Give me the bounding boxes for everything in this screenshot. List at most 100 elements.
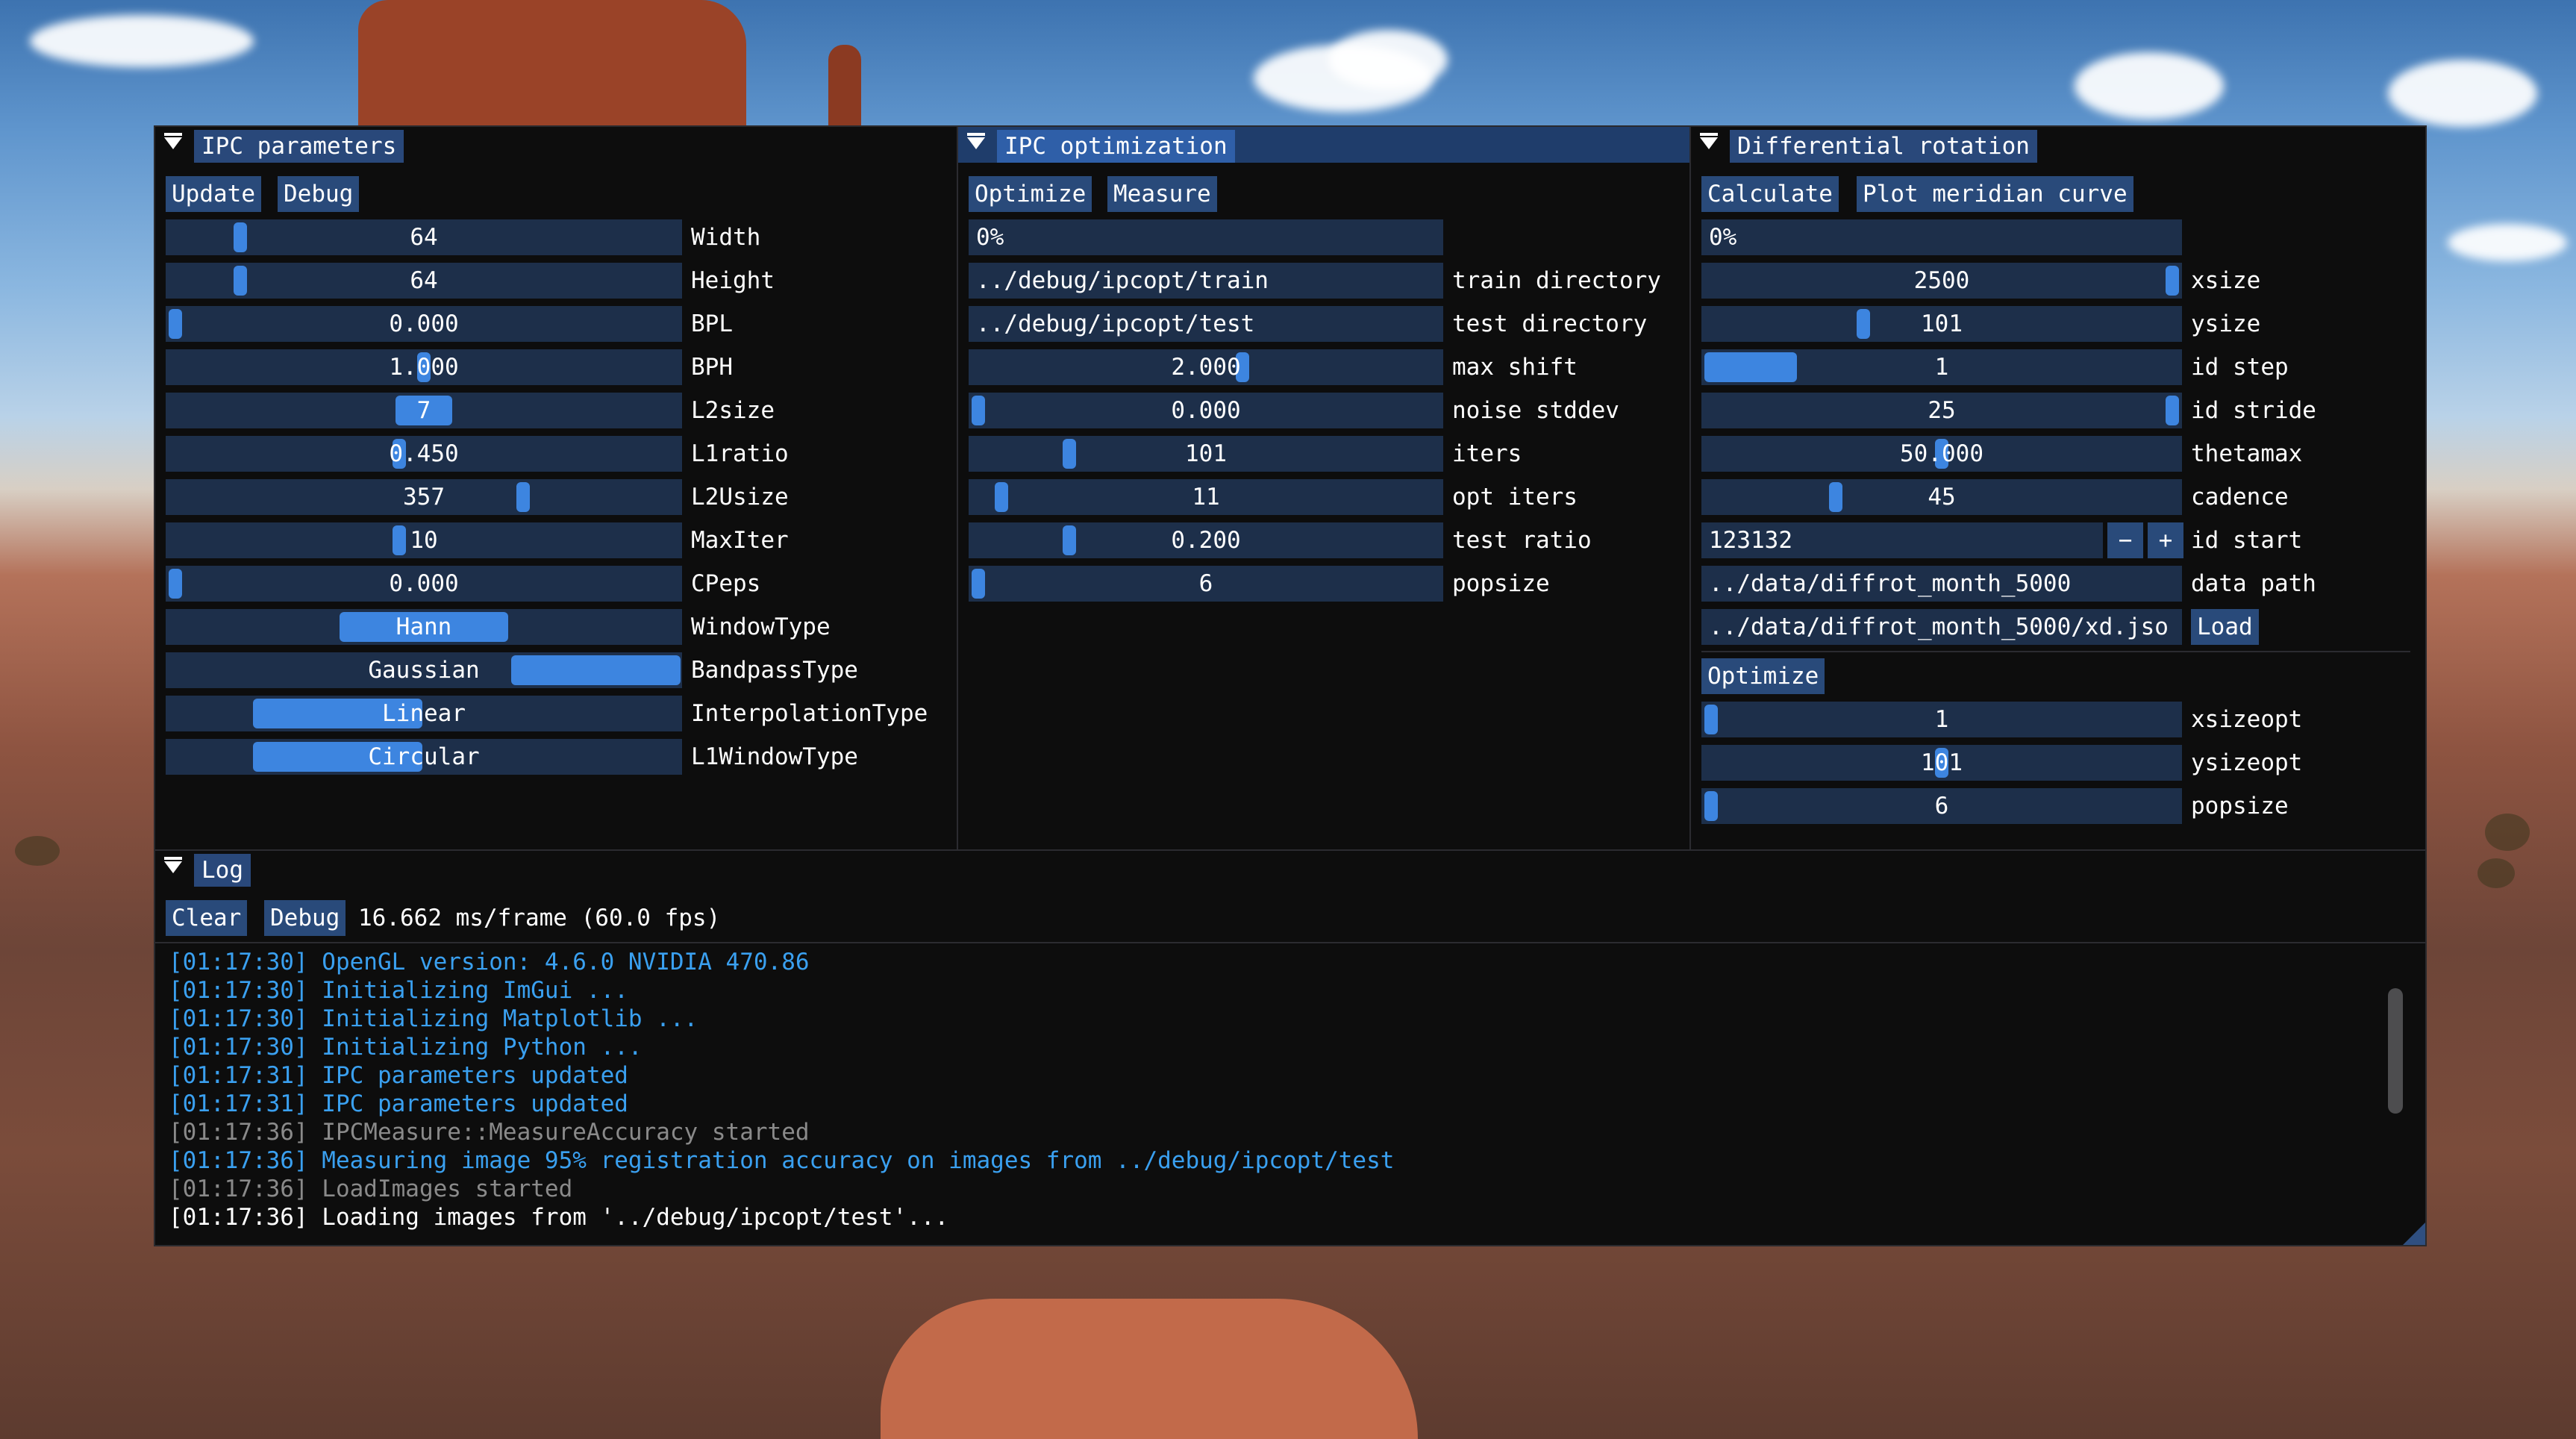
- collapse-triangle-icon[interactable]: [1700, 133, 1718, 149]
- increment-button[interactable]: +: [2148, 522, 2183, 558]
- popsize-slider[interactable]: 6: [1701, 788, 2182, 824]
- decrement-button[interactable]: −: [2107, 522, 2143, 558]
- differential-rotation-panel: Differential rotation Calculate Plot mer…: [1691, 127, 2425, 849]
- l2usize-slider[interactable]: 357: [166, 479, 682, 515]
- field-value: 101: [1921, 310, 1963, 337]
- collapse-triangle-icon[interactable]: [967, 133, 985, 149]
- field-value: 0.000: [389, 310, 459, 337]
- popsize-slider[interactable]: 6: [969, 566, 1443, 602]
- l1ratio-slider[interactable]: 0.450: [166, 436, 682, 472]
- field-value: 1: [1934, 354, 1949, 381]
- bpl-slider[interactable]: 0.000: [166, 306, 682, 342]
- clear-button[interactable]: Clear: [166, 900, 248, 936]
- tab-ipc-optimization[interactable]: IPC optimization: [997, 130, 1235, 163]
- popsize-label: popsize: [1452, 570, 1550, 597]
- collapse-triangle-icon[interactable]: [164, 857, 182, 873]
- thetamax-label: thetamax: [2191, 440, 2303, 467]
- panel-header: Differential rotation: [1691, 127, 2425, 163]
- optimize-button[interactable]: Optimize: [1701, 658, 1825, 694]
- cloud: [1328, 30, 1448, 90]
- cpeps-label: CPeps: [691, 570, 761, 597]
- id-stride-slider[interactable]: 25: [1701, 393, 2182, 428]
- panel-header: IPC parameters: [155, 127, 957, 163]
- height-slider[interactable]: 64: [166, 263, 682, 299]
- resize-grip[interactable]: [2403, 1223, 2425, 1245]
- log-timestamp: [01:17:36]: [169, 1119, 308, 1146]
- field-value: 25: [1928, 397, 1956, 424]
- collapse-triangle-icon[interactable]: [164, 133, 182, 149]
- section-divider: [1701, 651, 2410, 652]
- field-value: 123132: [1709, 527, 1792, 554]
- cpeps-slider[interactable]: 0.000: [166, 566, 682, 602]
- rock-spire: [828, 45, 861, 127]
- xsizeopt-label: xsizeopt: [2191, 706, 2303, 733]
- l2size-slider[interactable]: 7: [166, 393, 682, 428]
- load-input[interactable]: ../data/diffrot_month_5000/xd.jso: [1701, 609, 2182, 645]
- train-directory-input[interactable]: ../debug/ipcopt/train: [969, 263, 1443, 299]
- thetamax-slider[interactable]: 50.000: [1701, 436, 2182, 472]
- log-scrollbar[interactable]: [2388, 988, 2403, 1114]
- windowtype-label: WindowType: [691, 614, 831, 640]
- rock-foreground: [881, 1299, 1418, 1439]
- xsize-slider[interactable]: 2500: [1701, 263, 2182, 299]
- log-output[interactable]: [01:17:30] OpenGL version: 4.6.0 NVIDIA …: [155, 948, 2386, 1242]
- measure-button[interactable]: Measure: [1107, 176, 1217, 212]
- ysize-slider[interactable]: 101: [1701, 306, 2182, 342]
- interpolationtype-combo[interactable]: Linear: [166, 696, 682, 731]
- tab-ipc-parameters[interactable]: IPC parameters: [194, 130, 404, 163]
- field-value: 6: [1198, 570, 1213, 597]
- log-message: IPC parameters updated: [307, 1090, 628, 1117]
- l2usize-label: L2Usize: [691, 484, 789, 511]
- plot-meridian-curve-button[interactable]: Plot meridian curve: [1857, 176, 2133, 212]
- data-path-input[interactable]: ../data/diffrot_month_5000: [1701, 566, 2182, 602]
- opt-iters-slider[interactable]: 11: [969, 479, 1443, 515]
- noise-stddev-slider[interactable]: 0.000: [969, 393, 1443, 428]
- log-message: Measuring image 95% registration accurac…: [307, 1147, 1395, 1174]
- log-timestamp: [01:17:31]: [169, 1062, 308, 1089]
- field-value: 64: [410, 224, 438, 251]
- log-line: [01:17:31] IPC parameters updated: [169, 1061, 628, 1090]
- opt-iters-label: opt iters: [1452, 484, 1578, 511]
- xsizeopt-slider[interactable]: 1: [1701, 702, 2182, 737]
- maxiter-slider[interactable]: 10: [166, 522, 682, 558]
- ysizeopt-slider[interactable]: 101: [1701, 745, 2182, 781]
- windowtype-combo[interactable]: Hann: [166, 609, 682, 645]
- field-value: 64: [410, 267, 438, 294]
- l1windowtype-combo[interactable]: Circular: [166, 739, 682, 775]
- xsize-label: xsize: [2191, 267, 2261, 294]
- shrub: [2477, 858, 2515, 888]
- iters-slider[interactable]: 101: [969, 436, 1443, 472]
- test-directory-input[interactable]: ../debug/ipcopt/test: [969, 306, 1443, 342]
- id-start-label: id start: [2191, 527, 2303, 554]
- optimization-progress-bar: 0%: [969, 219, 1443, 255]
- shrub: [15, 836, 60, 866]
- id-step-slider[interactable]: 1: [1701, 349, 2182, 385]
- calculate-button[interactable]: Calculate: [1701, 176, 1839, 212]
- bph-slider[interactable]: 1.000: [166, 349, 682, 385]
- id-start-input[interactable]: 123132: [1701, 522, 2103, 558]
- bandpasstype-combo[interactable]: Gaussian: [166, 652, 682, 688]
- width-slider[interactable]: 64: [166, 219, 682, 255]
- field-value: 50.000: [1900, 440, 1983, 467]
- update-button[interactable]: Update: [166, 176, 261, 212]
- cadence-slider[interactable]: 45: [1701, 479, 2182, 515]
- log-timestamp: [01:17:30]: [169, 1034, 308, 1061]
- cloud: [2448, 224, 2567, 261]
- log-line: [01:17:36] LoadImages started: [169, 1175, 572, 1203]
- shrub: [2485, 814, 2530, 851]
- debug-button[interactable]: Debug: [278, 176, 360, 212]
- max-shift-slider[interactable]: 2.000: [969, 349, 1443, 385]
- field-value: 0.000: [389, 570, 459, 597]
- field-value: 45: [1928, 484, 1956, 511]
- tab-differential-rotation[interactable]: Differential rotation: [1730, 130, 2037, 163]
- l1windowtype-label: L1WindowType: [691, 743, 858, 770]
- test-directory-label: test directory: [1452, 310, 1648, 337]
- log-timestamp: [01:17:30]: [169, 977, 308, 1004]
- log-line: [01:17:30] OpenGL version: 4.6.0 NVIDIA …: [169, 948, 810, 976]
- cloud: [2075, 52, 2224, 119]
- load-button[interactable]: Load: [2191, 609, 2259, 645]
- tab-log[interactable]: Log: [194, 854, 251, 887]
- test-ratio-slider[interactable]: 0.200: [969, 522, 1443, 558]
- optimize-button[interactable]: Optimize: [969, 176, 1092, 212]
- debug-button[interactable]: Debug: [264, 900, 346, 936]
